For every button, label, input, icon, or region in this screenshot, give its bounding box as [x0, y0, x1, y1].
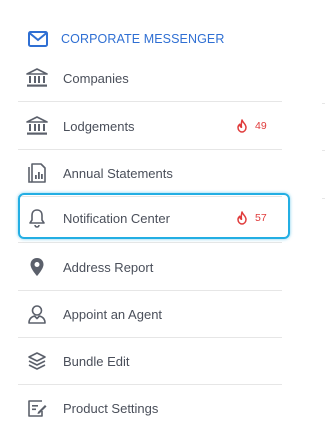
- edit-list-icon: [26, 397, 48, 419]
- sidebar-title: CORPORATE MESSENGER: [61, 32, 225, 46]
- sidebar-item-label: Appoint an Agent: [63, 306, 163, 322]
- sidebar-header: CORPORATE MESSENGER: [28, 29, 225, 49]
- selection-highlight: [18, 193, 290, 239]
- sidebar-item-lodgements[interactable]: Lodgements 49: [0, 103, 282, 149]
- badge-count: 49: [255, 120, 267, 132]
- sidebar-item-label: Address Report: [63, 259, 154, 275]
- layers-icon: [26, 350, 48, 372]
- user-icon: [26, 303, 48, 325]
- sidebar-item-label: Product Settings: [63, 400, 159, 416]
- sidebar-item-annual-statements[interactable]: Annual Statements: [0, 150, 282, 196]
- sidebar-item-label: Lodgements: [63, 118, 135, 134]
- sidebar-item-label: Annual Statements: [63, 165, 173, 181]
- sidebar-item-label: Companies: [63, 70, 129, 86]
- sidebar-item-appoint-an-agent[interactable]: Appoint an Agent: [0, 291, 282, 337]
- map-pin-icon: [26, 256, 48, 278]
- sidebar-item-companies[interactable]: Companies: [0, 55, 282, 101]
- sidebar-item-product-settings[interactable]: Product Settings: [0, 385, 282, 431]
- document-chart-icon: [26, 162, 48, 184]
- bank-icon: [26, 115, 48, 137]
- divider: [18, 242, 282, 243]
- sidebar-item-bundle-edit[interactable]: Bundle Edit: [0, 338, 282, 384]
- divider: [18, 101, 282, 102]
- sidebar: CORPORATE MESSENGER Companies Lodgements…: [0, 0, 290, 433]
- sidebar-item-address-report[interactable]: Address Report: [0, 244, 282, 290]
- count-badge: 49: [235, 119, 267, 133]
- sidebar-item-label: Bundle Edit: [63, 353, 130, 369]
- envelope-icon: [28, 31, 48, 47]
- flame-icon: [235, 119, 249, 133]
- bank-icon: [26, 67, 48, 89]
